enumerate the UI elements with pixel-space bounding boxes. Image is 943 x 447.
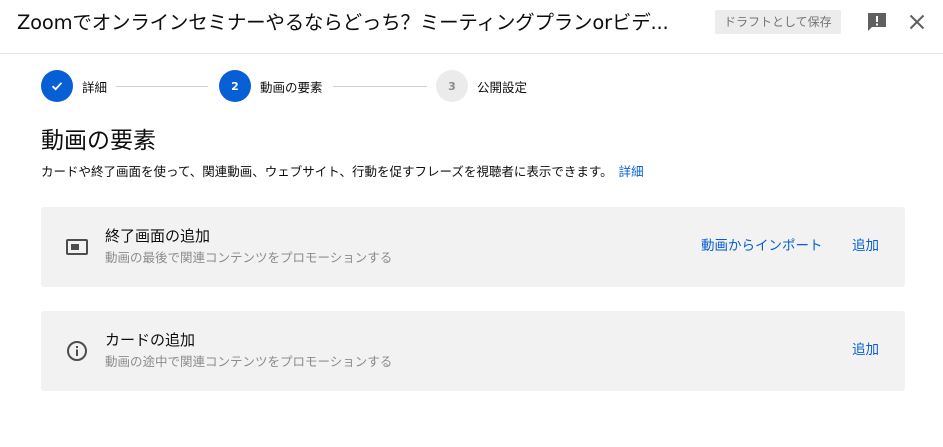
section-title: 動画の要素 xyxy=(41,128,156,154)
add-card-button[interactable]: 追加 xyxy=(852,340,879,360)
step-connector xyxy=(116,86,208,87)
section-description: カードや終了画面を使って、関連動画、ウェブサイト、行動を促すフレーズを視聴者に表… xyxy=(41,163,644,181)
step-details[interactable]: 詳細 xyxy=(41,69,107,103)
step-visibility[interactable]: 3 公開設定 xyxy=(436,69,527,103)
feedback-icon xyxy=(868,13,886,31)
import-from-video-button[interactable]: 動画からインポート xyxy=(701,236,823,256)
learn-more-link[interactable]: 詳細 xyxy=(619,164,644,179)
add-end-screen-button[interactable]: 追加 xyxy=(852,236,879,256)
cards-title: カードの追加 xyxy=(105,331,196,349)
step-connector xyxy=(333,86,427,87)
cards-card: カードの追加 動画の途中で関連コンテンツをプロモーションする 追加 xyxy=(41,311,905,391)
step-video-elements-label: 動画の要素 xyxy=(260,79,323,95)
close-icon xyxy=(909,14,925,30)
progress-stepper: 詳細 2 動画の要素 3 公開設定 xyxy=(0,54,943,118)
step-details-label: 詳細 xyxy=(82,79,108,95)
step-visibility-number: 3 xyxy=(436,70,468,102)
step-details-check-icon xyxy=(41,70,73,102)
end-screen-icon xyxy=(65,235,89,259)
end-screen-title: 終了画面の追加 xyxy=(105,227,211,245)
feedback-button[interactable] xyxy=(865,10,889,34)
step-video-elements[interactable]: 2 動画の要素 xyxy=(219,69,323,103)
section-description-text: カードや終了画面を使って、関連動画、ウェブサイト、行動を促すフレーズを視聴者に表… xyxy=(41,164,613,179)
video-title: Zoomでオンラインセミナーやるならどっち？ミーティングプランorビデ... xyxy=(17,11,669,34)
end-screen-subtitle: 動画の最後で関連コンテンツをプロモーションする xyxy=(105,250,393,265)
cards-subtitle: 動画の途中で関連コンテンツをプロモーションする xyxy=(105,354,393,369)
info-icon xyxy=(65,339,89,363)
dialog-header: Zoomでオンラインセミナーやるならどっち？ミーティングプランorビデ... ド… xyxy=(0,0,943,54)
step-video-elements-number: 2 xyxy=(219,70,251,102)
step-visibility-label: 公開設定 xyxy=(477,79,528,95)
draft-status-badge: ドラフトとして保存 xyxy=(715,10,841,34)
close-button[interactable] xyxy=(905,10,929,34)
end-screen-card: 終了画面の追加 動画の最後で関連コンテンツをプロモーションする 動画からインポー… xyxy=(41,207,905,287)
